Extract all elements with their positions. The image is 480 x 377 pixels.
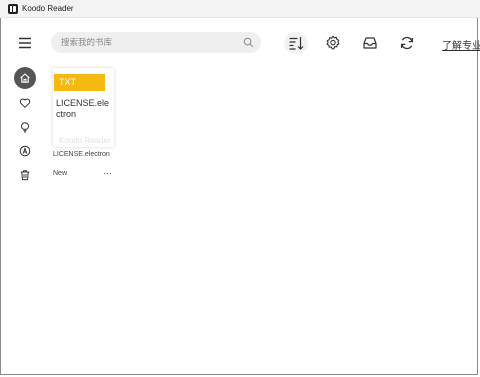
more-options-button[interactable]: ··· <box>103 168 112 178</box>
search-bar <box>51 32 261 53</box>
sync-button[interactable] <box>396 32 418 54</box>
menu-button[interactable] <box>14 32 36 54</box>
koodo-app-icon <box>8 4 18 14</box>
title-bar: Koodo Reader <box>0 0 480 18</box>
sync-icon <box>400 36 414 50</box>
sidebar-item-highlights[interactable] <box>14 140 36 162</box>
window-title: Koodo Reader <box>22 4 74 13</box>
book-cover-title: LICENSE.electron <box>56 98 110 119</box>
lightbulb-icon <box>20 122 30 133</box>
inbox-button[interactable] <box>359 32 381 54</box>
gear-icon <box>326 35 340 50</box>
heart-icon <box>19 98 31 108</box>
pen-circle-icon <box>19 145 31 157</box>
sidebar-item-home[interactable] <box>14 67 36 89</box>
home-icon <box>20 73 30 83</box>
inbox-icon <box>363 37 377 49</box>
trash-icon <box>20 170 30 181</box>
pro-version-link[interactable]: 了解专业版 <box>442 37 480 52</box>
sidebar-item-trash[interactable] <box>14 164 36 186</box>
sort-icon <box>289 37 304 50</box>
search-input[interactable] <box>61 34 231 51</box>
book-cover[interactable]: TXT LICENSE.electron Koodo Reader <box>53 68 114 147</box>
sort-button[interactable] <box>284 32 308 54</box>
search-icon[interactable] <box>243 37 254 48</box>
hamburger-menu-icon <box>19 37 31 49</box>
book-format-badge: TXT <box>54 74 105 91</box>
sidebar-item-favorites[interactable] <box>14 92 36 114</box>
book-status: New <box>53 170 68 177</box>
book-cover-watermark: Koodo Reader <box>59 136 111 145</box>
sidebar-item-notes[interactable] <box>14 116 36 138</box>
settings-button[interactable] <box>322 32 344 54</box>
window-frame <box>0 0 478 375</box>
book-title[interactable]: LICENSE.electron <box>53 151 110 158</box>
